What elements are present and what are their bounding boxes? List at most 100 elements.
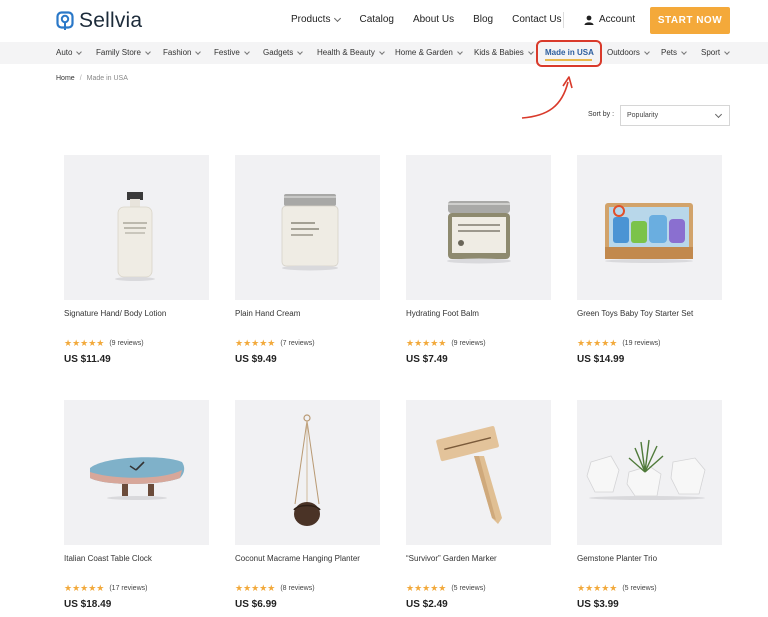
product-image[interactable] xyxy=(577,400,722,545)
brand-name: Sellvia xyxy=(79,9,143,32)
product-price: US $9.49 xyxy=(235,354,277,365)
chevron-down-icon xyxy=(334,14,342,22)
annotation-arrow-icon xyxy=(521,76,573,119)
sort-select[interactable]: Popularity xyxy=(620,105,730,126)
nav-catalog[interactable]: Catalog xyxy=(359,14,393,25)
product-name[interactable]: Signature Hand/ Body Lotion xyxy=(64,309,209,321)
review-count: (9 reviews) xyxy=(451,340,486,347)
chevron-down-icon xyxy=(76,48,83,55)
product-rating: ★★★★★ (5 reviews) xyxy=(577,583,722,594)
nav-products[interactable]: Products xyxy=(291,14,342,25)
chevron-down-icon xyxy=(456,48,463,55)
chevron-down-icon xyxy=(145,48,151,55)
product-name[interactable]: Gemstone Planter Trio xyxy=(577,554,722,566)
category-pets[interactable]: Pets xyxy=(661,48,687,57)
breadcrumb-current: Made in USA xyxy=(86,75,128,82)
product-image[interactable] xyxy=(235,155,380,300)
product-name[interactable]: Coconut Macrame Hanging Planter xyxy=(235,554,380,566)
category-outdoors[interactable]: Outdoors xyxy=(607,48,650,57)
product-name[interactable]: Hydrating Foot Balm xyxy=(406,309,551,321)
category-label: Festive xyxy=(214,48,240,57)
product-image[interactable] xyxy=(235,400,380,545)
star-rating-icon: ★★★★★ xyxy=(406,583,447,593)
account-label: Account xyxy=(599,14,636,25)
product-card[interactable]: Plain Hand Cream ★★★★★ (7 reviews) US $9… xyxy=(235,155,380,365)
category-home-garden[interactable]: Home & Garden xyxy=(395,48,463,57)
product-price: US $18.49 xyxy=(64,599,112,610)
product-name[interactable]: Italian Coast Table Clock xyxy=(64,554,209,566)
category-gadgets[interactable]: Gadgets xyxy=(263,48,304,57)
star-rating-icon: ★★★★★ xyxy=(577,583,618,593)
category-festive[interactable]: Festive xyxy=(214,48,250,57)
category-fashion[interactable]: Fashion xyxy=(163,48,202,57)
product-rating: ★★★★★ (5 reviews) xyxy=(406,583,551,594)
logo-icon xyxy=(56,11,74,30)
review-count: (19 reviews) xyxy=(622,340,661,347)
product-card[interactable]: “Survivor” Garden Marker ★★★★★ (5 review… xyxy=(406,400,551,610)
product-name[interactable]: Green Toys Baby Toy Starter Set xyxy=(577,309,722,321)
product-price: US $6.99 xyxy=(235,599,277,610)
star-rating-icon: ★★★★★ xyxy=(64,338,105,348)
chevron-down-icon xyxy=(527,48,534,55)
product-image[interactable] xyxy=(577,155,722,300)
product-card[interactable]: Green Toys Baby Toy Starter Set ★★★★★ (1… xyxy=(577,155,722,365)
review-count: (5 reviews) xyxy=(622,585,657,592)
star-rating-icon: ★★★★★ xyxy=(406,338,447,348)
chevron-down-icon xyxy=(195,48,202,55)
product-card[interactable]: Coconut Macrame Hanging Planter ★★★★★ (8… xyxy=(235,400,380,610)
lotion-bottle-illustration xyxy=(115,192,155,281)
breadcrumb-home[interactable]: Home xyxy=(56,75,75,82)
sort-label: Sort by : xyxy=(588,111,615,118)
product-card[interactable]: Gemstone Planter Trio ★★★★★ (5 reviews) … xyxy=(577,400,722,610)
star-rating-icon: ★★★★★ xyxy=(64,583,105,593)
category-label: Auto xyxy=(56,48,73,57)
toy-box-illustration xyxy=(605,203,693,263)
star-rating-icon: ★★★★★ xyxy=(235,338,276,348)
category-auto[interactable]: Auto xyxy=(56,48,83,57)
annotation-highlight-box xyxy=(536,40,602,67)
product-card[interactable]: Italian Coast Table Clock ★★★★★ (17 revi… xyxy=(64,400,209,610)
garden-marker-illustration xyxy=(436,426,502,524)
product-rating: ★★★★★ (8 reviews) xyxy=(235,583,380,594)
category-label: Kids & Babies xyxy=(474,48,524,57)
nav-products-label: Products xyxy=(291,14,331,25)
main-nav: Products Catalog About Us Blog Contact U… xyxy=(291,14,581,25)
category-label: Outdoors xyxy=(607,48,640,57)
brand-logo[interactable]: Sellvia xyxy=(56,9,142,33)
category-health-beauty[interactable]: Health & Beauty xyxy=(317,48,385,57)
chevron-down-icon xyxy=(243,48,250,55)
product-image[interactable] xyxy=(64,155,209,300)
account-link[interactable]: Account xyxy=(584,14,635,25)
nav-about-us[interactable]: About Us xyxy=(413,14,454,25)
product-name[interactable]: “Survivor” Garden Marker xyxy=(406,554,551,566)
review-count: (8 reviews) xyxy=(280,585,315,592)
category-label: Family Store xyxy=(96,48,141,57)
product-price: US $3.99 xyxy=(577,599,619,610)
category-family-store[interactable]: Family Store xyxy=(96,48,151,57)
review-count: (9 reviews) xyxy=(109,340,144,347)
star-rating-icon: ★★★★★ xyxy=(577,338,618,348)
product-price: US $11.49 xyxy=(64,354,111,365)
breadcrumb: Home / Made in USA xyxy=(56,75,128,82)
product-image[interactable] xyxy=(406,155,551,300)
product-image[interactable] xyxy=(64,400,209,545)
chevron-down-icon xyxy=(297,48,304,55)
category-sport[interactable]: Sport xyxy=(701,48,730,57)
category-kids-babies[interactable]: Kids & Babies xyxy=(474,48,534,57)
nav-blog[interactable]: Blog xyxy=(473,14,493,25)
product-name[interactable]: Plain Hand Cream xyxy=(235,309,380,321)
chevron-down-icon xyxy=(644,48,650,55)
chevron-down-icon xyxy=(724,48,730,55)
product-card[interactable]: Hydrating Foot Balm ★★★★★ (9 reviews) US… xyxy=(406,155,551,365)
product-rating: ★★★★★ (19 reviews) xyxy=(577,338,722,349)
chevron-down-icon xyxy=(681,48,687,55)
product-card[interactable]: Signature Hand/ Body Lotion ★★★★★ (9 rev… xyxy=(64,155,209,365)
star-rating-icon: ★★★★★ xyxy=(235,583,276,593)
category-label: Fashion xyxy=(163,48,192,57)
user-icon xyxy=(584,15,594,25)
nav-contact-us[interactable]: Contact Us xyxy=(512,14,561,25)
product-image[interactable] xyxy=(406,400,551,545)
cream-jar-illustration xyxy=(281,194,339,271)
start-now-button[interactable]: START NOW xyxy=(650,7,730,34)
product-price: US $14.99 xyxy=(577,354,625,365)
